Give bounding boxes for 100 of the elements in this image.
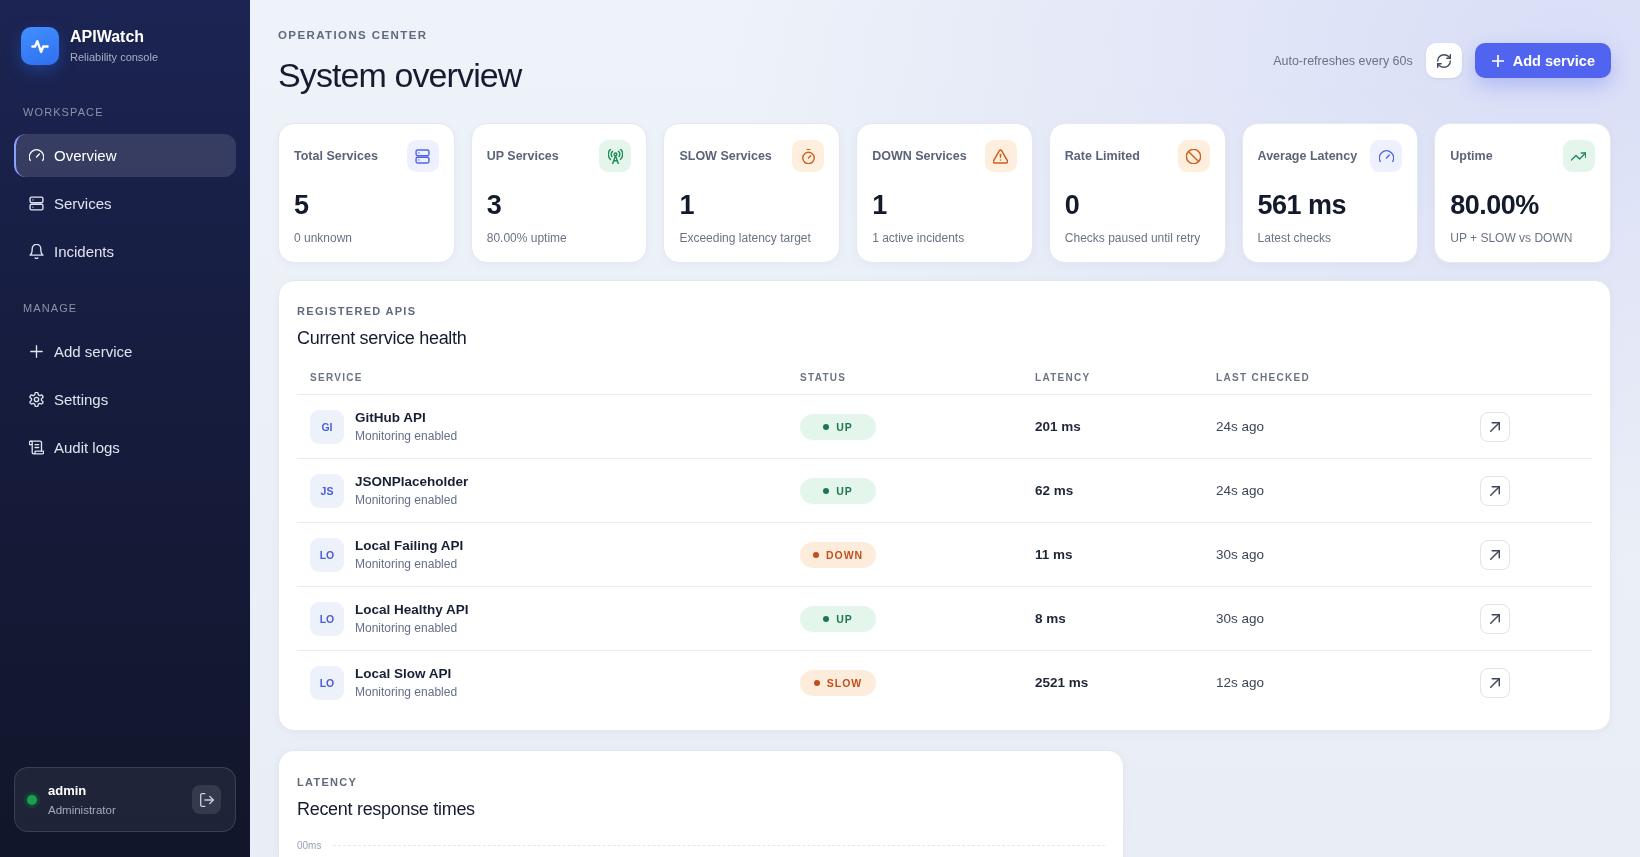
stat-note: 80.00% uptime [486,230,568,246]
stat-value: 1 [679,189,695,222]
status-text: UP [836,420,853,433]
stat-note: Latest checks [1257,230,1332,246]
open-button[interactable] [1480,411,1510,442]
page-title: System overview [278,55,522,95]
warning-icon [984,140,1017,172]
trend-up-icon [1563,140,1595,172]
stat-label: SLOW Services [679,149,772,163]
status-dot-icon [813,679,820,686]
arrow-up-right-icon [1490,677,1500,688]
service-name: Local Healthy API [355,600,469,618]
nav-item[interactable]: Services [14,182,236,225]
stat-label: Rate Limited [1064,149,1140,163]
open-button[interactable] [1480,667,1510,698]
stat-note: 1 active incidents [872,230,966,246]
logout-icon [199,792,214,807]
axis-label: 00ms [297,840,322,851]
arrow-up-right-icon [1490,549,1500,560]
plus-icon [1491,54,1504,67]
last-checked: 30s ago [1216,547,1265,562]
status-dot-icon [823,615,830,622]
column-header: LATENCY [1034,371,1092,383]
nav-item[interactable]: Incidents [14,230,236,273]
ban-icon [1177,140,1210,172]
service-subtitle: Monitoring enabled [355,491,459,509]
status-text: UP [836,484,853,497]
radio-tower-icon [599,140,632,172]
refresh-button[interactable] [1425,43,1462,78]
status-dot-icon [823,487,830,494]
nav-item[interactable]: Settings [14,378,236,421]
stat-label: UP Services [486,149,559,163]
arrow-up-right-icon [1490,485,1500,496]
last-checked: 24s ago [1216,419,1265,434]
gauge-icon [29,148,44,163]
latency-value: 11 ms [1035,547,1073,562]
section-heading: MANAGE [22,301,79,315]
service-subtitle: Monitoring enabled [355,427,458,445]
logout-button[interactable] [192,785,221,814]
panel-eyebrow: REGISTERED APIS [297,304,418,319]
status-dot-icon [812,551,819,558]
server-stack-icon [29,196,44,211]
service-name: GitHub API [355,408,427,426]
arrow-up-right-icon [1490,421,1500,432]
user-name: admin [48,782,88,798]
settings-icon [29,392,44,407]
last-checked: 12s ago [1216,675,1265,690]
user-role: Administrator [48,802,117,817]
brand-tagline: Reliability console [70,51,159,64]
nav-item[interactable]: Overview [14,134,236,177]
stat-label: Uptime [1450,149,1493,163]
refresh-note: Auto-refreshes every 60s [1273,53,1413,68]
panel-title: Current service health [297,327,468,350]
pulse-logo-icon [21,27,59,65]
scroll-icon [29,440,44,455]
column-header: STATUS [799,371,848,383]
latency-value: 8 ms [1035,611,1066,626]
stat-label: DOWN Services [872,149,967,163]
service-name: JSONPlaceholder [355,472,469,490]
open-button[interactable] [1480,539,1510,570]
stat-value: 80.00% [1450,189,1540,222]
service-avatar: LO [310,665,344,700]
service-avatar: JS [310,473,344,508]
arrow-up-right-icon [1490,613,1500,624]
service-avatar: LO [310,537,344,572]
brand-name: APIWatch [70,28,146,46]
section-heading: WORKSPACE [22,105,105,119]
latency-value: 2521 ms [1035,675,1089,690]
gauge-icon [1370,140,1403,172]
stat-label: Total Services [294,149,378,163]
service-subtitle: Monitoring enabled [355,683,458,701]
open-button[interactable] [1480,475,1510,506]
status-dot-icon [823,423,830,430]
stat-value: 561 ms [1257,189,1348,222]
stat-note: Exceeding latency target [679,230,812,246]
column-header: LAST CHECKED [1215,371,1311,383]
server-stack-icon [406,140,439,172]
refresh-icon [1436,53,1451,68]
latency-value: 62 ms [1035,483,1074,498]
service-avatar: LO [310,601,344,636]
stat-note: UP + SLOW vs DOWN [1450,230,1574,246]
panel-title: Recent response times [297,798,476,821]
stat-value: 5 [294,189,310,222]
nav-item[interactable]: Audit logs [14,426,236,469]
stat-value: 3 [486,189,503,222]
stat-value: 1 [872,189,888,222]
stat-note: 0 unknown [294,230,354,246]
panel-eyebrow: LATENCY [297,775,359,790]
bell-icon [29,244,44,259]
plus-icon [29,344,44,359]
add-service-button[interactable]: Add service [1474,43,1611,78]
stat-value: 0 [1064,189,1081,222]
open-button[interactable] [1480,603,1510,634]
service-avatar: GI [310,409,344,444]
stat-note: Checks paused until retry [1064,230,1202,246]
service-name: Local Slow API [355,664,453,682]
status-text: SLOW [826,676,863,689]
nav-item[interactable]: Add service [14,330,236,373]
service-subtitle: Monitoring enabled [355,555,459,573]
service-name: Local Failing API [355,536,464,554]
